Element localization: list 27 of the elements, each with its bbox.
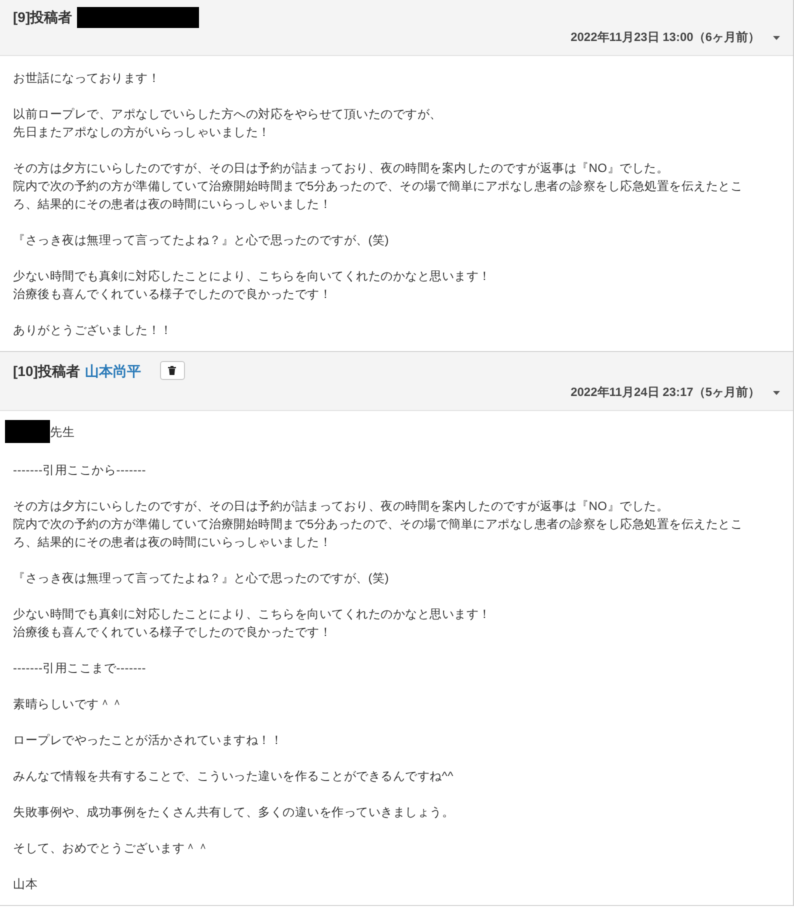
- message-paragraph: 少ない時間でも真剣に対応したことにより、こちらを向いてくれたのかなと思います！ 治療後も喜んでくれている様子でしたので良かったです！: [13, 268, 492, 303]
- message-paragraph: -------引用ここまで-------: [13, 660, 147, 677]
- message-paragraph: 山本: [13, 876, 38, 893]
- message-paragraph: 少ない時間でも真剣に対応したことにより、こちらを向いてくれたのかなと思います！ 治療後も喜んでくれている様子でしたので良かったです！: [13, 606, 492, 641]
- message-paragraph: そして、おめでとうございます＾＾: [13, 840, 210, 857]
- salutation-text: 先生: [50, 424, 74, 440]
- author-link[interactable]: 山本尚平: [84, 360, 141, 380]
- message-paragraph: みんなで情報を共有することで、こういった違いを作ることができるんですね^^: [13, 768, 455, 785]
- message-paragraph: 素晴らしいです＾＾: [13, 696, 124, 713]
- post-date: 2022年11月24日 23:17（5ヶ月前）: [570, 384, 760, 401]
- post-date: 2022年11月23日 13:00（6ヶ月前）: [570, 29, 760, 46]
- caret-icon[interactable]: [773, 390, 780, 394]
- trash-icon: [168, 366, 176, 375]
- caret-icon[interactable]: [773, 36, 780, 40]
- message-paragraph: 『さっき夜は無理って言ってたよね？』と心で思ったのですが、(笑): [13, 232, 390, 249]
- message-paragraph: 以前ロープレで、アポなしでいらした方への対応をやらせて頂いたのですが、 先日またアポなしの方がいらっしゃいました！: [13, 106, 443, 141]
- post-title: [10]投稿者: [13, 362, 80, 380]
- delete-button[interactable]: [160, 361, 185, 380]
- message-paragraph: 『さっき夜は無理って言ってたよね？』と心で思ったのですが、(笑): [13, 570, 390, 587]
- message-paragraph: その方は夕方にいらしたのですが、その日は予約が詰まっており、夜の時間を案内したのですが返事は『NO』でした。 院内で次の予約の方が準備していて治療開始時間まで5分あったので、その場で簡単にアポなし患者の診察をし応急処置を伝えたところ、結果的にその患者は夜の時間にいらっしゃいました！: [13, 160, 744, 213]
- message-paragraph: お世話になっております！: [13, 70, 161, 87]
- message-paragraph: ありがとうございました！！: [13, 322, 174, 339]
- message-paragraph: -------引用ここから-------: [13, 462, 147, 479]
- message-paragraph: ロープレでやったことが活かされていますね！！: [13, 732, 284, 749]
- message-paragraph: 失敗事例や、成功事例をたくさん共有して、多くの違いを作っていきましょう。: [13, 804, 455, 821]
- message-paragraph: その方は夕方にいらしたのですが、その日は予約が詰まっており、夜の時間を案内したのですが返事は『NO』でした。 院内で次の予約の方が準備していて治療開始時間まで5分あったので、その場で簡単にアポなし患者の診察をし応急処置を伝えたところ、結果的にその患者は夜の時間にいらっしゃいました！: [13, 498, 744, 551]
- post-title: [9]投稿者: [13, 8, 72, 27]
